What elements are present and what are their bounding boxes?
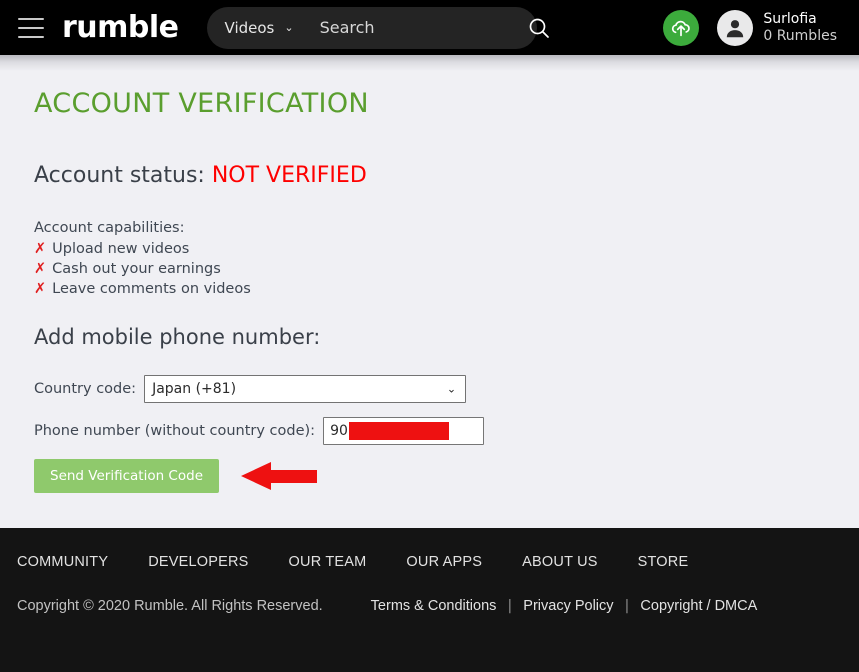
capability-label: Leave comments on videos <box>52 281 251 297</box>
footer-link-privacy[interactable]: Privacy Policy <box>523 598 613 614</box>
search-bar: Videos ⌄ <box>206 6 549 49</box>
footer-legal-links: Terms & Conditions | Privacy Policy | Co… <box>371 598 758 614</box>
capability-label: Upload new videos <box>52 241 190 257</box>
cloud-upload-icon <box>672 20 691 36</box>
redaction-bar <box>348 422 449 440</box>
account-status-line: Account status: NOT VERIFIED <box>34 163 859 188</box>
site-footer: COMMUNITY DEVELOPERS OUR TEAM OUR APPS A… <box>0 528 859 672</box>
rumble-logo[interactable]: rumble <box>62 12 179 43</box>
search-category-label[interactable]: Videos <box>225 19 275 37</box>
phone-number-label: Phone number (without country code): <box>34 423 316 439</box>
hamburger-icon[interactable] <box>18 17 44 38</box>
user-name: Surlofia <box>763 10 817 27</box>
footer-link-developers[interactable]: DEVELOPERS <box>148 554 248 570</box>
user-avatar-icon <box>727 19 744 37</box>
legal-separator: | <box>507 598 513 614</box>
footer-link-about-us[interactable]: ABOUT US <box>522 554 597 570</box>
header-user-area: Surlofia 0 Rumbles <box>663 9 845 46</box>
search-button[interactable] <box>522 9 556 47</box>
red-left-arrow-annotation-icon <box>241 462 317 490</box>
footer-link-terms[interactable]: Terms & Conditions <box>371 598 497 614</box>
user-rumbles-count: 0 Rumbles <box>763 27 837 44</box>
phone-number-row: Phone number (without country code): 90 <box>34 417 859 445</box>
list-item: ✗ Upload new videos <box>34 241 859 257</box>
user-info[interactable]: Surlofia 0 Rumbles <box>763 11 837 44</box>
cross-icon: ✗ <box>34 261 47 277</box>
search-input[interactable] <box>317 17 522 38</box>
avatar[interactable] <box>717 9 754 46</box>
account-status-label: Account status: <box>34 163 205 188</box>
section-title: Add mobile phone number: <box>34 325 321 349</box>
search-icon <box>529 18 549 38</box>
submit-row: Send Verification Code <box>34 459 859 493</box>
hamburger-bar <box>18 35 44 38</box>
phone-number-value: 90 <box>330 423 348 439</box>
country-code-value: Japan (+81) <box>152 381 237 397</box>
site-header: rumble Videos ⌄ Surlofia <box>0 0 859 55</box>
legal-separator: | <box>624 598 630 614</box>
hamburger-bar <box>18 17 44 20</box>
footer-nav: COMMUNITY DEVELOPERS OUR TEAM OUR APPS A… <box>17 554 859 570</box>
chevron-down-icon[interactable]: ⌄ <box>284 22 293 33</box>
footer-link-store[interactable]: STORE <box>638 554 689 570</box>
status-badge: NOT VERIFIED <box>211 163 367 188</box>
copyright-text: Copyright © 2020 Rumble. All Rights Rese… <box>17 598 323 614</box>
chevron-down-icon: ⌄ <box>446 382 457 396</box>
cross-icon: ✗ <box>34 281 47 297</box>
capability-label: Cash out your earnings <box>52 261 221 277</box>
footer-bottom: Copyright © 2020 Rumble. All Rights Rese… <box>17 598 859 614</box>
hamburger-bar <box>18 26 44 29</box>
upload-button[interactable] <box>663 9 700 46</box>
list-item: ✗ Leave comments on videos <box>34 281 859 297</box>
footer-link-community[interactable]: COMMUNITY <box>17 554 108 570</box>
footer-link-our-apps[interactable]: OUR APPS <box>406 554 482 570</box>
country-code-label: Country code: <box>34 381 137 397</box>
phone-number-input[interactable]: 90 <box>323 417 485 445</box>
page-title: ACCOUNT VERIFICATION <box>34 88 369 119</box>
capabilities-title: Account capabilities: <box>34 220 185 236</box>
country-code-select[interactable]: Japan (+81) ⌄ <box>144 375 467 403</box>
cross-icon: ✗ <box>34 241 47 257</box>
send-verification-code-button[interactable]: Send Verification Code <box>34 459 219 493</box>
main-content: ACCOUNT VERIFICATION Account status: NOT… <box>0 71 859 528</box>
list-item: ✗ Cash out your earnings <box>34 261 859 277</box>
header-shadow <box>0 55 859 71</box>
country-code-row: Country code: Japan (+81) ⌄ <box>34 375 859 403</box>
footer-link-dmca[interactable]: Copyright / DMCA <box>640 598 757 614</box>
footer-link-our-team[interactable]: OUR TEAM <box>289 554 367 570</box>
